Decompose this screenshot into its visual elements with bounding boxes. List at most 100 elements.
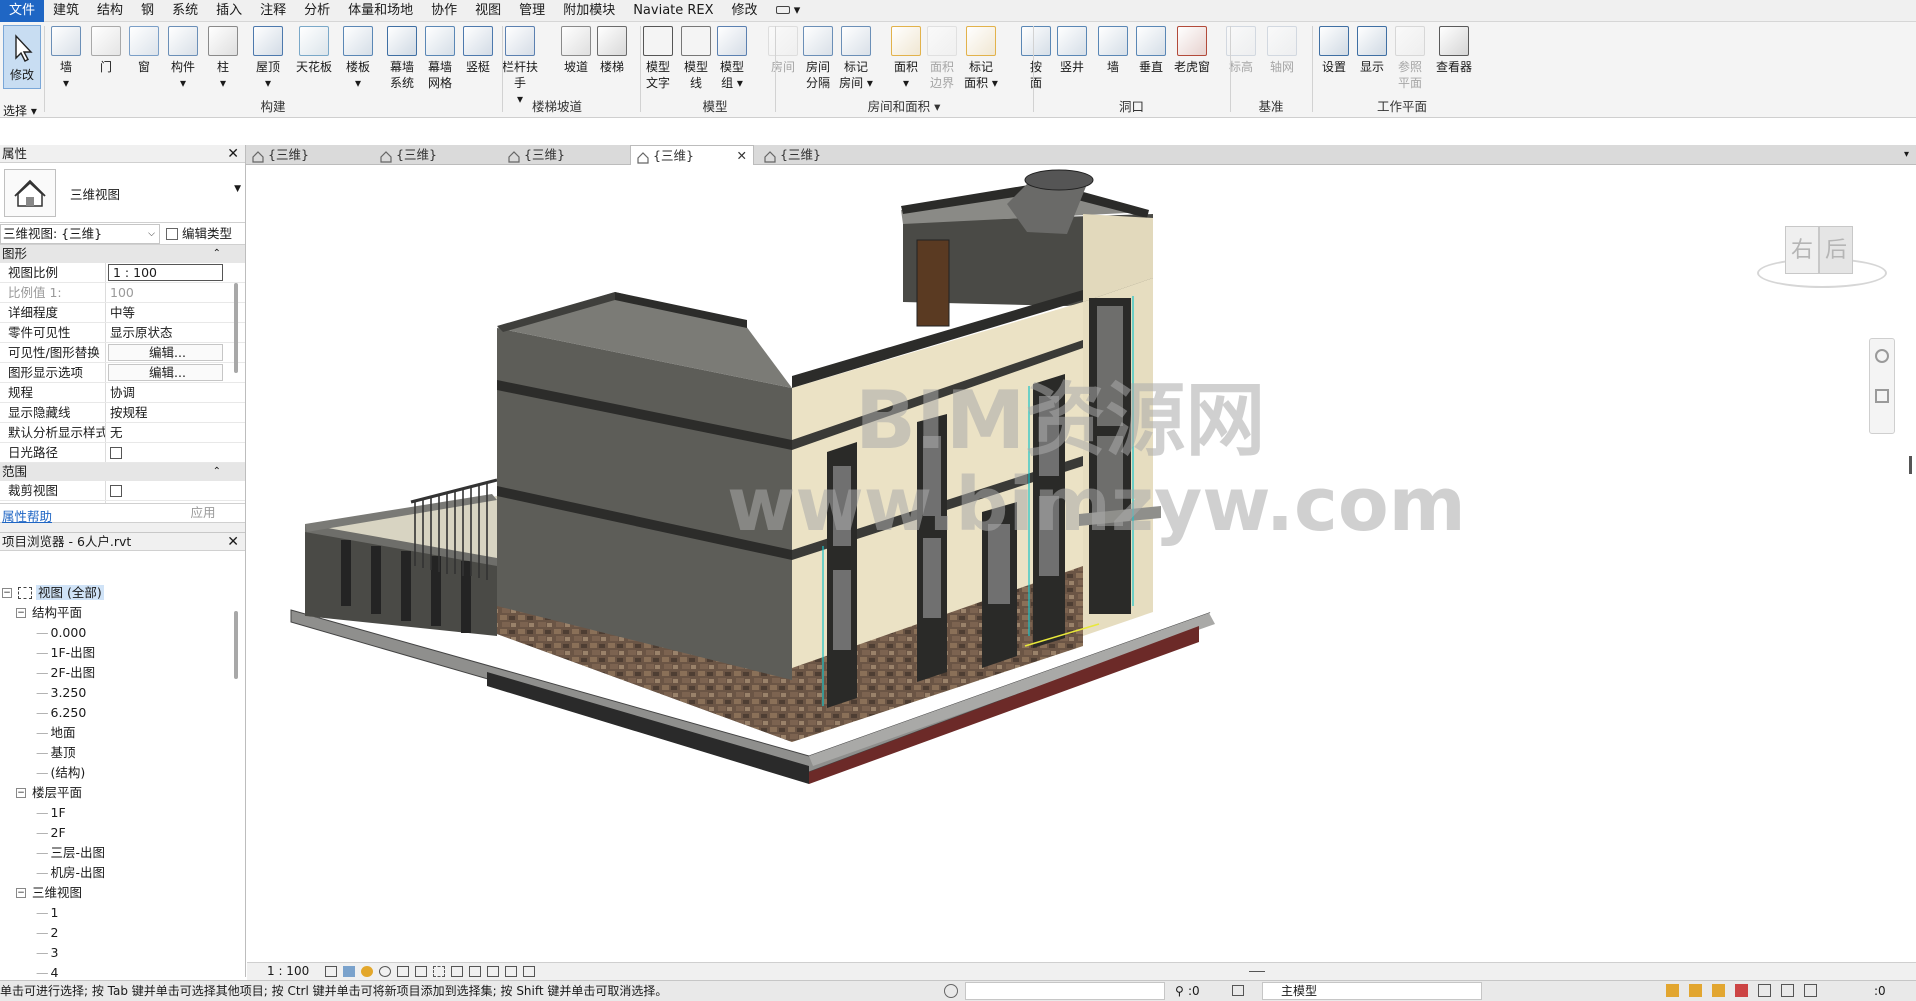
type-selector[interactable]: 三维视图 ▼: [0, 163, 245, 223]
group-room-label[interactable]: 房间和面积 ▾: [775, 96, 1033, 115]
select-dropdown[interactable]: 选择 ▾: [3, 102, 37, 119]
select-links-icon[interactable]: [1666, 984, 1679, 997]
ribbon-button-viewer[interactable]: 查看器: [1432, 26, 1476, 75]
tree-node[interactable]: —2F: [36, 823, 66, 843]
property-value[interactable]: 无: [106, 423, 223, 442]
3d-viewport[interactable]: BIM资源网 www.bimzyw.com 右 后: [247, 166, 1916, 962]
splitter-handle[interactable]: [1249, 971, 1265, 972]
section-graphics[interactable]: 图形 ⌃: [0, 245, 245, 263]
ribbon-button-mullion[interactable]: 竖梃: [456, 26, 500, 75]
property-edit-button[interactable]: 编辑...: [108, 364, 223, 381]
ribbon-button-ref-plane[interactable]: 参照 平面: [1388, 26, 1432, 91]
checkbox[interactable]: [110, 446, 122, 459]
tree-node[interactable]: — 地面: [36, 723, 76, 743]
design-options-icon[interactable]: [1232, 985, 1244, 996]
tree-node[interactable]: —3: [36, 943, 58, 963]
menu-item-8[interactable]: 体量和场地: [339, 0, 422, 22]
tree-node[interactable]: —2: [36, 923, 58, 943]
temporary-view-icon[interactable]: [505, 966, 517, 977]
tree-node[interactable]: —3.250: [36, 683, 86, 703]
menu-item-12[interactable]: 附加模块: [554, 0, 624, 22]
drag-elements-icon[interactable]: [1758, 984, 1771, 997]
properties-scrollbar[interactable]: [234, 283, 238, 373]
analytical-model-icon[interactable]: [523, 966, 535, 977]
browser-scrollbar[interactable]: [234, 611, 238, 679]
navigation-bar[interactable]: [1869, 338, 1895, 434]
property-value[interactable]: 协调: [106, 383, 223, 402]
sun-path-icon[interactable]: [361, 966, 373, 977]
select-pinned-icon[interactable]: [1712, 984, 1725, 997]
zoom-icon[interactable]: [1875, 389, 1889, 403]
menu-item-1[interactable]: 建筑: [44, 0, 88, 22]
ribbon-button-shaft[interactable]: 竖井: [1050, 26, 1094, 75]
tab-overflow-icon[interactable]: ▾: [1904, 149, 1909, 160]
tab-3d-view[interactable]: {三维}: [374, 145, 498, 165]
tree-node[interactable]: —6.250: [36, 703, 86, 723]
checkbox[interactable]: [110, 484, 122, 497]
filter-icon[interactable]: [1804, 984, 1817, 997]
background-process-icon[interactable]: [1781, 984, 1794, 997]
ribbon-button-vertical-opening[interactable]: 垂直: [1129, 26, 1173, 75]
render-icon[interactable]: [397, 966, 409, 977]
tree-node[interactable]: — 机房-出图: [36, 863, 105, 883]
menu-item-4[interactable]: 系统: [163, 0, 207, 22]
tree-node[interactable]: − 楼层平面: [16, 783, 82, 803]
tree-node[interactable]: —1F: [36, 803, 66, 823]
filter-icon[interactable]: ⚲: [1175, 981, 1184, 1001]
ribbon-button-model-group[interactable]: 模型组 ▾: [710, 26, 754, 91]
shadows-icon[interactable]: [379, 966, 391, 977]
chevron-down-icon[interactable]: ▼: [234, 184, 241, 194]
property-checkbox[interactable]: [106, 481, 223, 500]
view-scale[interactable]: 1 : 100: [267, 963, 309, 980]
menu-item-7[interactable]: 分析: [295, 0, 339, 22]
menu-item-3[interactable]: 钢: [132, 0, 163, 22]
collapse-toggle-icon[interactable]: −: [16, 607, 26, 618]
select-underlay-icon[interactable]: [1689, 984, 1702, 997]
ribbon-button-dormer[interactable]: 老虎窗: [1170, 26, 1214, 75]
tree-node[interactable]: —2F-出图: [36, 663, 95, 683]
tree-node[interactable]: —0.000: [36, 623, 86, 643]
tab-3d-view[interactable]: {三维}: [502, 145, 626, 165]
design-option-dropdown[interactable]: 主模型: [1262, 982, 1482, 1000]
property-edit-button[interactable]: 编辑...: [108, 344, 223, 361]
instance-selector[interactable]: 三维视图: {三维} ⌵: [0, 224, 160, 244]
properties-help-link[interactable]: 属性帮助: [2, 506, 52, 525]
property-value[interactable]: 中等: [106, 303, 223, 322]
tree-node[interactable]: − 三维视图: [16, 883, 82, 903]
tree-node[interactable]: — 三层-出图: [36, 843, 105, 863]
ribbon-button-floor[interactable]: 楼板 ▾: [336, 26, 380, 91]
ribbon-button-roof[interactable]: 屋顶 ▾: [246, 26, 290, 91]
hide-isolate-icon[interactable]: [469, 966, 481, 977]
section-extents[interactable]: 范围 ⌃: [0, 463, 245, 481]
close-tab-icon[interactable]: ✕: [737, 146, 747, 166]
viewcube[interactable]: 右 后: [1757, 226, 1887, 296]
crop-view-icon[interactable]: [415, 966, 427, 977]
ribbon-button-stair[interactable]: 楼梯: [590, 26, 634, 75]
tab-3d-view[interactable]: {三维} ✕: [630, 145, 754, 165]
menu-item-10[interactable]: 视图: [466, 0, 510, 22]
collapse-icon[interactable]: ⌃: [213, 245, 221, 263]
reveal-hidden-icon[interactable]: [487, 966, 499, 977]
tree-node[interactable]: —1: [36, 903, 58, 923]
ribbon-button-level[interactable]: 标高: [1219, 26, 1263, 75]
tab-3d-view[interactable]: {三维}: [758, 145, 882, 165]
collapse-icon[interactable]: ⌃: [213, 463, 221, 481]
viewcube-face-right[interactable]: 后: [1819, 226, 1853, 274]
menu-item-0[interactable]: 文件: [0, 0, 45, 22]
ribbon-button-wall[interactable]: 墙 ▾: [44, 26, 88, 91]
close-icon[interactable]: ✕: [227, 533, 239, 551]
menu-item-14[interactable]: 修改: [723, 0, 767, 22]
collapse-toggle-icon[interactable]: −: [16, 887, 26, 898]
apply-button[interactable]: 应用: [168, 504, 238, 522]
property-value[interactable]: 按规程: [106, 403, 223, 422]
ribbon-button-tag-room[interactable]: 标记 房间 ▾: [834, 26, 878, 91]
tree-node[interactable]: − 结构平面: [16, 603, 82, 623]
edit-type-button[interactable]: 编辑类型: [166, 224, 232, 244]
steering-wheel-icon[interactable]: [1875, 349, 1889, 363]
close-icon[interactable]: ✕: [227, 145, 239, 163]
viewport-scroll-handle[interactable]: [1909, 456, 1912, 474]
modify-button[interactable]: 修改: [3, 25, 41, 89]
tree-node[interactable]: — 基顶: [36, 743, 76, 763]
tree-root[interactable]: − 视图 (全部): [2, 583, 104, 603]
menu-item-5[interactable]: 插入: [207, 0, 251, 22]
